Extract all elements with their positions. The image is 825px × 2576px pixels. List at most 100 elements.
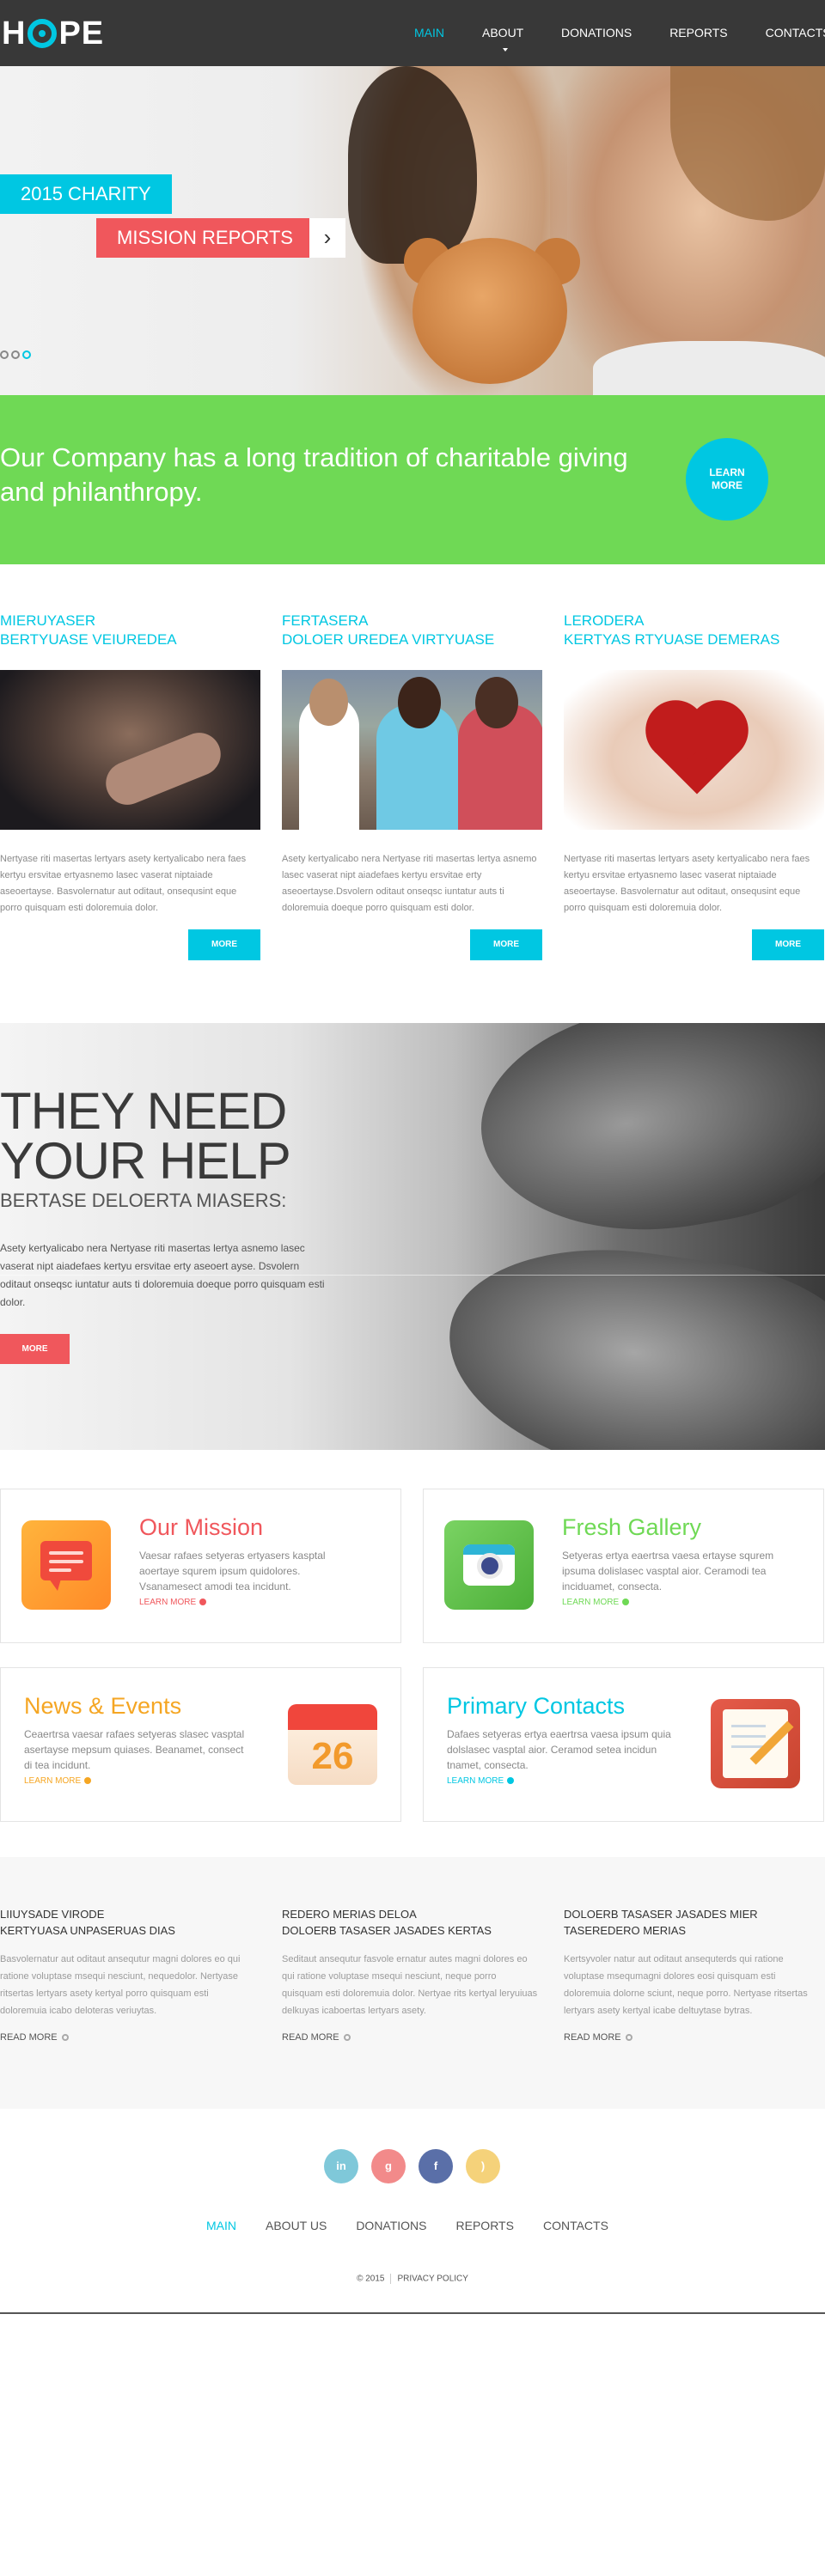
feature-title[interactable]: Our Mission <box>139 1514 263 1541</box>
news-text: Kertsyvoler natur aut oditaut ansequterd… <box>564 1954 808 2016</box>
feature-text: Vaesar rafaes setyeras ertyasers kasptal… <box>139 1550 326 1592</box>
arrow-circle-icon <box>199 1599 207 1606</box>
feature-box-gallery: Fresh Gallery Setyeras ertya eaertrsa va… <box>423 1489 824 1643</box>
news-title[interactable]: DOLOERB TASASER JASADES MIER TASEREDERO M… <box>564 1906 822 1939</box>
arrow-circle-icon <box>507 1777 515 1785</box>
nav-item-reports[interactable]: REPORTS <box>651 0 746 66</box>
slider-dot-active[interactable] <box>22 350 31 359</box>
arrow-circle-icon <box>343 2034 351 2042</box>
learn-more-button[interactable]: LEARN MORE <box>686 438 768 521</box>
column-title[interactable]: MIERUYASER BERTYUASE VEIUREDEA <box>0 612 260 649</box>
help-heading: THEY NEED YOUR HELP <box>0 1086 344 1187</box>
column-text: Nertyase riti masertas lertyars asety ke… <box>0 854 247 913</box>
learn-more-link[interactable]: LEARN MORE <box>447 1776 515 1786</box>
feature-title[interactable]: News & Events <box>24 1693 181 1720</box>
chevron-down-icon <box>502 48 508 52</box>
footer-nav: MAIN ABOUT US DONATIONS REPORTS CONTACTS <box>206 2219 638 2232</box>
image-detail <box>99 726 228 812</box>
slider-dot[interactable] <box>11 350 20 359</box>
banner-heading: Our Company has a long tradition of char… <box>0 442 628 507</box>
column-image-volunteers[interactable] <box>282 670 542 830</box>
site-header: H PE MAIN ABOUT US DONATIONS REPORTS CONT… <box>0 0 825 106</box>
chevron-right-icon[interactable]: › <box>309 218 345 258</box>
slider-pagination <box>0 350 31 359</box>
help-more-button[interactable]: MORE <box>0 1334 70 1364</box>
learn-more-link[interactable]: LEARN MORE <box>24 1776 92 1786</box>
help-text: Asety kertyalicabo nera Nertyase riti ma… <box>0 1242 325 1308</box>
news-item: LIIUYSADE VIRODE KERTYUASA UNPASERUAS DIA… <box>0 1906 258 2043</box>
footer-rule <box>0 2312 825 2314</box>
read-more-link[interactable]: READ MORE <box>0 2032 258 2043</box>
nav-item-contacts[interactable]: CONTACTS <box>747 0 825 66</box>
read-more-label: READ MORE <box>564 2032 621 2043</box>
feature-title[interactable]: Fresh Gallery <box>562 1514 701 1541</box>
read-more-label: READ MORE <box>0 2032 58 2043</box>
hero-caption-line1: 2015 CHARITY <box>0 174 172 214</box>
news-text: Seditaut ansequtur fasvole ernatur autes… <box>282 1954 538 2016</box>
notepad-paper <box>723 1709 788 1778</box>
footer-nav-about-us[interactable]: ABOUT US <box>266 2219 327 2232</box>
read-more-link[interactable]: READ MORE <box>564 2032 822 2043</box>
image-detail <box>309 679 348 726</box>
nav-item-about-us[interactable]: ABOUT US <box>463 0 542 106</box>
learn-more-link[interactable]: LEARN MORE <box>139 1598 207 1607</box>
slider-dot[interactable] <box>0 350 9 359</box>
logo-text-h: H <box>2 15 27 52</box>
column-image-heart-hands[interactable] <box>564 670 824 830</box>
nav-item-main[interactable]: MAIN <box>395 0 463 66</box>
rss-icon[interactable]: ) <box>466 2149 500 2183</box>
icon-detail <box>49 1560 83 1563</box>
page: H PE MAIN ABOUT US DONATIONS REPORTS CONT… <box>0 0 825 2576</box>
logo-o-icon <box>28 19 58 48</box>
arrow-circle-icon <box>84 1777 92 1785</box>
learn-more-label: LEARN MORE <box>24 1776 82 1786</box>
news-title-line2: TASEREDERO MERIAS <box>564 1924 687 1937</box>
feature-column: FERTASERA DOLOER UREDEA VIRTYUASE Asety k… <box>282 612 542 960</box>
footer-nav-donations[interactable]: DONATIONS <box>356 2219 426 2232</box>
column-title-line2: BERTYUASE VEIUREDEA <box>0 631 177 648</box>
help-subheading: BERTASE DELOERTA MIASERS: <box>0 1190 287 1211</box>
footer-nav-contacts[interactable]: CONTACTS <box>543 2219 608 2232</box>
column-text: Asety kertyalicabo nera Nertyase riti ma… <box>282 854 537 913</box>
column-title-line1: FERTASERA <box>282 612 369 629</box>
news-title-line1: LIIUYSADE VIRODE <box>0 1908 105 1921</box>
teddy-bear-image <box>412 238 567 384</box>
news-title-line1: REDERO MERIAS DELOA <box>282 1908 417 1921</box>
hero-caption-line2[interactable]: MISSION REPORTS <box>96 218 314 258</box>
news-title-line2: KERTYUASA UNPASERUAS DIAS <box>0 1924 175 1937</box>
calendar-number: 26 <box>311 1735 354 1777</box>
feature-title[interactable]: Primary Contacts <box>447 1693 625 1720</box>
news-title[interactable]: REDERO MERIAS DELOA DOLOERB TASASER JASAD… <box>282 1906 540 1939</box>
arrow-circle-icon <box>61 2034 69 2042</box>
footer-nav-main[interactable]: MAIN <box>206 2219 236 2232</box>
icon-detail <box>49 1568 71 1572</box>
main-nav: MAIN ABOUT US DONATIONS REPORTS CONTACTS <box>395 0 825 106</box>
footer-nav-reports[interactable]: REPORTS <box>456 2219 514 2232</box>
help-heading-line2: YOUR HELP <box>0 1132 291 1190</box>
icon-detail <box>49 1551 83 1555</box>
more-button[interactable]: MORE <box>188 929 260 960</box>
feature-box-contacts: Primary Contacts Dafaes setyeras ertya e… <box>423 1667 824 1822</box>
news-item: DOLOERB TASASER JASADES MIER TASEREDERO M… <box>564 1906 822 2043</box>
column-title-line1: LERODERA <box>564 612 645 629</box>
news-title[interactable]: LIIUYSADE VIRODE KERTYUASA UNPASERUAS DIA… <box>0 1906 258 1939</box>
column-image-sad-girl[interactable] <box>0 670 260 830</box>
learn-more-link[interactable]: LEARN MORE <box>562 1598 630 1607</box>
facebook-icon[interactable]: f <box>419 2149 453 2183</box>
more-button[interactable]: MORE <box>470 929 542 960</box>
linkedin-icon[interactable]: in <box>324 2149 358 2183</box>
learn-more-label: LEARN MORE <box>447 1776 504 1786</box>
camera-icon <box>444 1520 534 1610</box>
image-detail <box>398 677 441 728</box>
camera-lens <box>477 1553 503 1579</box>
news-title-line1: DOLOERB TASASER JASADES MIER <box>564 1908 758 1921</box>
column-title[interactable]: LERODERA KERTYAS RTYUASE DEMERAS <box>564 612 824 649</box>
nav-item-donations[interactable]: DONATIONS <box>542 0 651 66</box>
more-button[interactable]: MORE <box>752 929 824 960</box>
google-plus-icon[interactable]: g <box>371 2149 406 2183</box>
read-more-link[interactable]: READ MORE <box>282 2032 540 2043</box>
logo[interactable]: H PE <box>2 15 104 52</box>
privacy-policy-link[interactable]: PRIVACY POLICY <box>397 2275 468 2284</box>
read-more-label: READ MORE <box>282 2032 339 2043</box>
column-title[interactable]: FERTASERA DOLOER UREDEA VIRTYUASE <box>282 612 542 649</box>
